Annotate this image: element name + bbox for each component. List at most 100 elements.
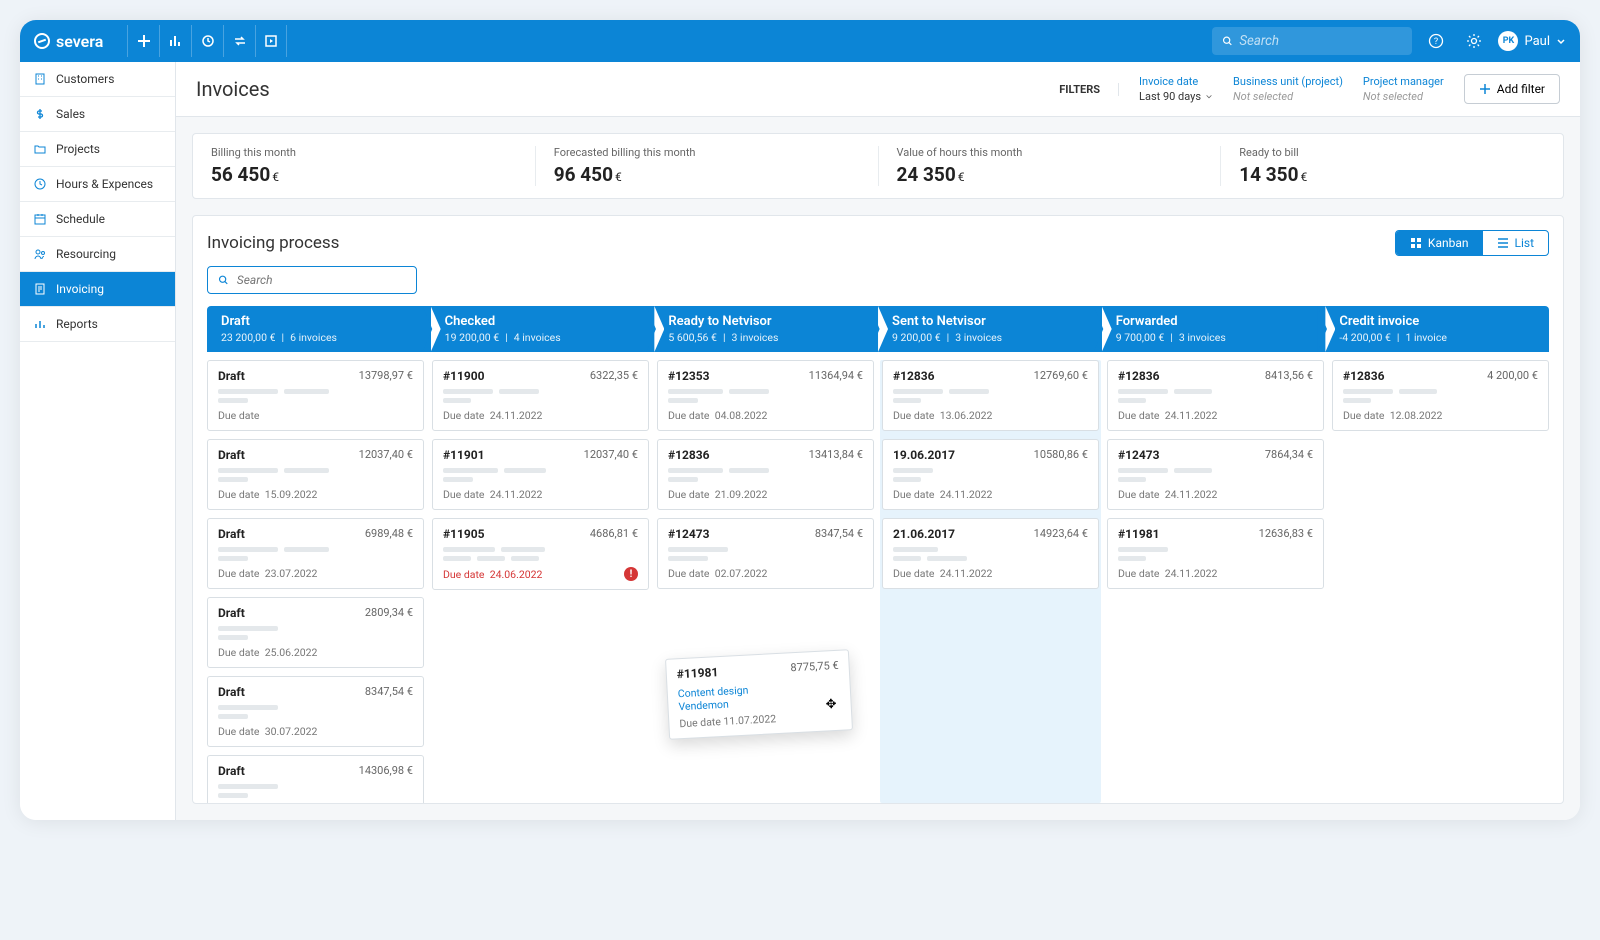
sidebar-item-sales[interactable]: Sales: [20, 97, 175, 132]
kanban-lane: #128368413,56 €Due date 24.11.2022 #12473…: [1107, 360, 1324, 803]
invoice-card[interactable]: #119006322,35 €Due date 24.11.2022: [432, 360, 649, 431]
bar-chart-icon: [32, 316, 48, 332]
add-filter-label: Add filter: [1497, 82, 1545, 96]
sidebar-item-resourcing[interactable]: Resourcing: [20, 237, 175, 272]
invoice-card[interactable]: Draft13798,97 €Due date: [207, 360, 424, 431]
invoice-card[interactable]: #119054686,81 €Due date 24.06.2022!: [432, 518, 649, 590]
sidebar-item-label: Customers: [56, 72, 114, 86]
body: Customers Sales Projects Hours & Expences Sc…: [20, 62, 1580, 820]
invoice-card[interactable]: 19.06.201710580,86 €Due date 24.11.2022: [882, 439, 1099, 510]
list-icon: [1497, 237, 1509, 249]
invoice-card[interactable]: #124737864,34 €Due date 24.11.2022: [1107, 439, 1324, 510]
sidebar-item-hours-expences[interactable]: Hours & Expences: [20, 167, 175, 202]
metric: Forecasted billing this month96 450€: [536, 146, 879, 186]
filter-project-manager[interactable]: Project managerNot selected: [1363, 75, 1444, 103]
sidebar-item-label: Hours & Expences: [56, 177, 153, 191]
help-button[interactable]: ?: [1422, 27, 1450, 55]
view-list-button[interactable]: List: [1483, 231, 1549, 255]
brand: severa: [34, 32, 103, 51]
kanban-search[interactable]: [207, 266, 417, 294]
invoice-card[interactable]: #1198112636,83 €Due date 24.11.2022: [1107, 518, 1324, 589]
sidebar-item-reports[interactable]: Reports: [20, 307, 175, 342]
history-button[interactable]: [191, 25, 223, 57]
avatar: PK: [1498, 31, 1518, 51]
dragging-card[interactable]: #11981 8775,75 € Content design Vendemon…: [665, 649, 853, 740]
invoice-card[interactable]: #128364 200,00 €Due date 12.08.2022: [1332, 360, 1549, 431]
plus-icon: [1479, 83, 1491, 95]
view-toggle: Kanban List: [1395, 230, 1549, 256]
clock-icon: [32, 176, 48, 192]
invoice-card[interactable]: #1235311364,94 €Due date 04.08.2022: [657, 360, 874, 431]
sidebar-item-label: Sales: [56, 107, 85, 121]
brand-name: severa: [56, 32, 103, 51]
sidebar-item-customers[interactable]: Customers: [20, 62, 175, 97]
kanban-search-input[interactable]: [237, 273, 406, 287]
main-content: Invoices FILTERS Invoice dateLast 90 day…: [176, 62, 1580, 820]
invoice-card[interactable]: 21.06.201714923,64 €Due date 24.11.2022: [882, 518, 1099, 589]
invoice-card[interactable]: #128368413,56 €Due date 24.11.2022: [1107, 360, 1324, 431]
stage-header[interactable]: Sent to Netvisor9 200,00 €|3 invoices: [878, 306, 1102, 352]
stage-headers: Draft23 200,00 €|6 invoicesChecked19 200…: [207, 306, 1549, 352]
swap-button[interactable]: [223, 25, 255, 57]
user-menu[interactable]: PK Paul: [1498, 31, 1566, 51]
user-name: Paul: [1524, 34, 1550, 49]
invoice-card[interactable]: Draft8347,54 €Due date 30.07.2022: [207, 676, 424, 747]
folder-icon: [32, 141, 48, 157]
invoice-icon: [32, 281, 48, 297]
kanban-section: Invoicing process Kanban List: [192, 215, 1564, 804]
stage-header[interactable]: Forwarded9 700,00 €|3 invoices: [1102, 306, 1326, 352]
filter-invoice-date[interactable]: Invoice dateLast 90 days: [1139, 75, 1213, 103]
chevron-down-icon: [1556, 36, 1566, 46]
chart-button[interactable]: [159, 25, 191, 57]
kanban-lane: #128364 200,00 €Due date 12.08.2022: [1332, 360, 1549, 803]
search-icon: [1222, 35, 1233, 47]
kanban-lanes: #11981 8775,75 € Content design Vendemon…: [207, 360, 1549, 803]
stage-header[interactable]: Credit invoice-4 200,00 €|1 invoice: [1325, 306, 1549, 352]
invoice-card[interactable]: #1283612769,60 €Due date 13.06.2022: [882, 360, 1099, 431]
stage-header[interactable]: Checked19 200,00 €|4 invoices: [431, 306, 655, 352]
sidebar-item-label: Projects: [56, 142, 100, 156]
add-button[interactable]: [127, 25, 159, 57]
stage-header[interactable]: Draft23 200,00 €|6 invoices: [207, 306, 431, 352]
metric: Ready to bill14 350€: [1221, 146, 1563, 186]
sidebar-item-projects[interactable]: Projects: [20, 132, 175, 167]
invoice-card[interactable]: Draft14306,98 €Due date 30.08.2022: [207, 755, 424, 803]
topbar-right: ? PK Paul: [1212, 27, 1566, 55]
metric: Value of hours this month24 350€: [879, 146, 1222, 186]
invoice-card[interactable]: Draft2809,34 €Due date 25.06.2022: [207, 597, 424, 668]
svg-text:?: ?: [1434, 37, 1438, 47]
view-kanban-button[interactable]: Kanban: [1396, 231, 1483, 255]
invoice-card[interactable]: Draft12037,40 €Due date 15.09.2022: [207, 439, 424, 510]
invoice-card[interactable]: #1283613413,84 €Due date 21.09.2022: [657, 439, 874, 510]
sidebar-item-invoicing[interactable]: Invoicing: [20, 272, 175, 307]
calendar-icon: [32, 211, 48, 227]
page-title: Invoices: [196, 77, 270, 101]
global-search-input[interactable]: [1239, 34, 1402, 49]
kanban-icon: [1410, 237, 1422, 249]
topbar-tools: [127, 25, 287, 57]
sidebar-item-label: Reports: [56, 317, 98, 331]
invoice-card[interactable]: #124738347,54 €Due date 02.07.2022: [657, 518, 874, 589]
filters-bar: FILTERS Invoice dateLast 90 days Busines…: [1059, 74, 1560, 104]
topbar: severa ? PK Paul: [20, 20, 1580, 62]
play-button[interactable]: [255, 25, 287, 57]
grab-cursor-icon: ✥: [825, 697, 837, 713]
sidebar-item-schedule[interactable]: Schedule: [20, 202, 175, 237]
invoice-card[interactable]: #1190112037,40 €Due date 24.11.2022: [432, 439, 649, 510]
page-header: Invoices FILTERS Invoice dateLast 90 day…: [176, 62, 1580, 117]
section-title: Invoicing process: [207, 233, 339, 253]
stage-header[interactable]: Ready to Netvisor5 600,56 €|3 invoices: [654, 306, 878, 352]
settings-button[interactable]: [1460, 27, 1488, 55]
sidebar-item-label: Invoicing: [56, 282, 104, 296]
kanban-lane: #1283612769,60 €Due date 13.06.2022 19.06…: [880, 360, 1101, 803]
add-filter-button[interactable]: Add filter: [1464, 74, 1560, 104]
sidebar-item-label: Resourcing: [56, 247, 116, 261]
dollar-icon: [32, 106, 48, 122]
global-search[interactable]: [1212, 27, 1412, 55]
kanban-lane: #119006322,35 €Due date 24.11.2022 #11901…: [432, 360, 649, 803]
kanban-lane: Draft13798,97 €Due date Draft12037,40 €Du…: [207, 360, 424, 803]
invoice-card[interactable]: Draft6989,48 €Due date 23.07.2022: [207, 518, 424, 589]
filter-business-unit-project-[interactable]: Business unit (project)Not selected: [1233, 75, 1343, 103]
kanban-header: Invoicing process Kanban List: [207, 230, 1549, 256]
search-icon: [218, 274, 229, 286]
